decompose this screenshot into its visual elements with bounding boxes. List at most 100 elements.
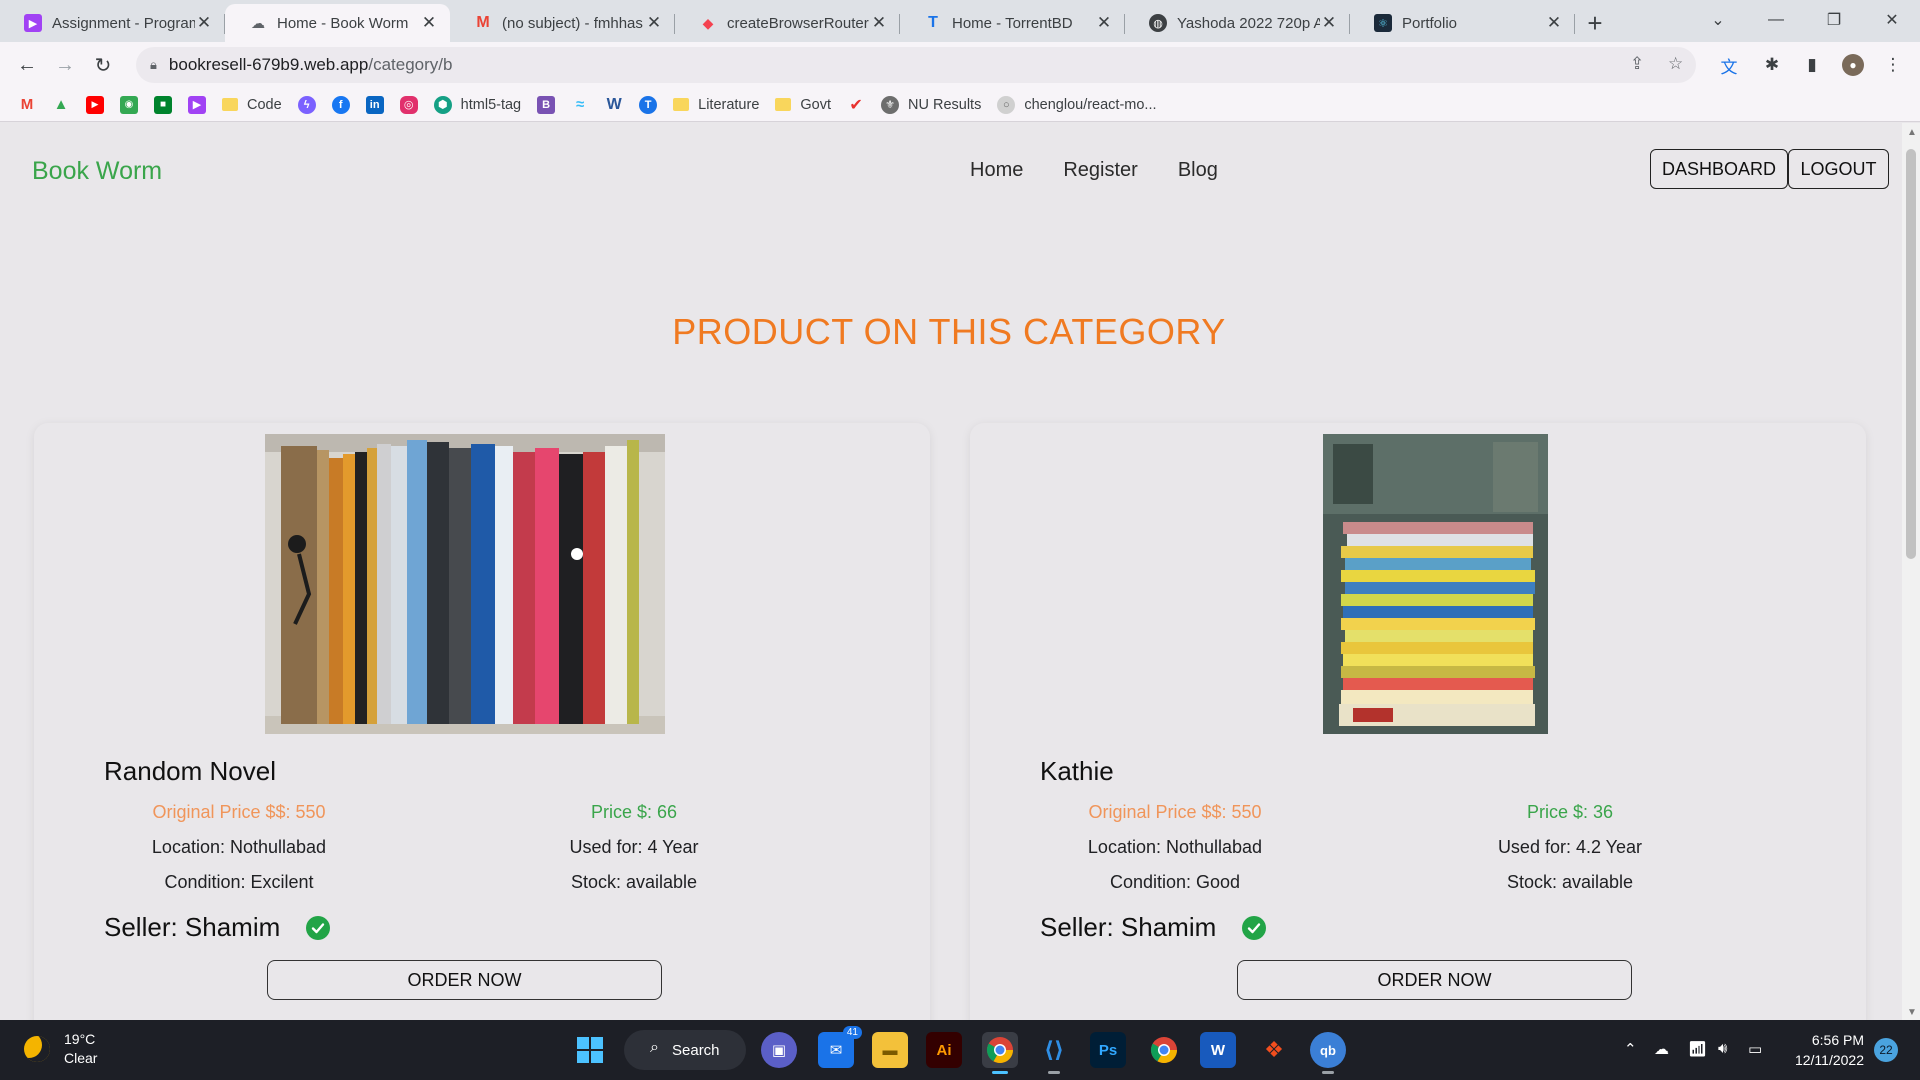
github-icon: ○ (997, 95, 1016, 114)
vscode-icon[interactable]: ⟨⟩ (1036, 1032, 1072, 1074)
folder-icon (775, 98, 792, 111)
scrollbar-thumb[interactable] (1906, 149, 1916, 559)
close-icon[interactable]: ✕ (645, 13, 663, 33)
close-icon[interactable]: ✕ (1320, 13, 1338, 33)
bookmark-messenger[interactable]: ϟ (297, 95, 316, 114)
bookmark-torrentbd[interactable]: T (639, 95, 658, 114)
tab-title: Portfolio (1402, 14, 1458, 32)
bookmark-linkedin[interactable]: in (365, 95, 384, 114)
file-explorer-icon[interactable]: ▬ (872, 1032, 908, 1068)
logout-button[interactable]: LOGOUT (1788, 149, 1889, 189)
bookmark-youtube[interactable]: ▶ (86, 95, 104, 114)
seller-name: Seller: Shamim (104, 912, 281, 942)
chrome-icon[interactable] (982, 1032, 1018, 1074)
bookmark-html5-tag[interactable]: ⬢ html5-tag (433, 95, 521, 114)
lock-icon[interactable]: 🔒︎ (150, 57, 157, 73)
illustrator-icon[interactable]: Ai (926, 1032, 962, 1068)
tab-book-worm[interactable]: ☁ Home - Book Worm ✕ (225, 4, 450, 42)
bookmark-meet[interactable]: ■ (154, 95, 172, 114)
google-translate-icon[interactable]: 文 (1718, 54, 1740, 77)
url-host: bookresell-679b9.web.app (168, 55, 369, 74)
nav-blog[interactable]: Blog (1178, 159, 1218, 182)
bookmark-maps[interactable]: ◉ (120, 95, 138, 114)
bookmark-tailwind[interactable]: ≈ (571, 96, 589, 114)
mail-icon[interactable]: ✉ 41 (818, 1026, 862, 1068)
menu-kebab-icon[interactable]: ⋮ (1882, 54, 1904, 76)
bookmark-label: Literature (698, 96, 760, 113)
close-icon[interactable]: ✕ (1545, 13, 1563, 33)
tab-title: Home - TorrentBD (952, 14, 1073, 32)
product-card: Random Novel Original Price $$: 550 Pric… (34, 423, 930, 1020)
condition: Condition: Good (1109, 872, 1241, 892)
volume-icon[interactable]: 🔊︎ (1718, 1040, 1727, 1057)
bookmark-vivaldi[interactable]: ✔ (847, 96, 865, 114)
onedrive-warning-icon[interactable]: ☁ (1654, 1040, 1669, 1058)
minimize-button[interactable]: — (1748, 0, 1804, 40)
dashboard-button[interactable]: DASHBOARD (1650, 149, 1788, 189)
tab-yashoda[interactable]: ◍ Yashoda 2022 720p A ✕ (1125, 4, 1350, 42)
page-scrollbar[interactable]: ▲ ▼ (1902, 123, 1920, 1020)
wifi-icon[interactable]: 📶︎ (1688, 1040, 1707, 1058)
brand-logo[interactable]: Book Worm (32, 157, 162, 186)
bookmark-facebook[interactable]: f (331, 95, 350, 114)
close-icon[interactable]: ✕ (420, 13, 438, 33)
qbittorrent-icon[interactable]: qb (1310, 1032, 1346, 1074)
bookmark-gmail[interactable]: M (18, 96, 36, 114)
order-now-button[interactable]: ORDER NOW (1237, 960, 1632, 1000)
bookmark-purple-play[interactable]: ▶ (188, 95, 206, 114)
battery-icon[interactable]: ▭ (1748, 1040, 1762, 1058)
back-icon[interactable]: ← (8, 46, 46, 84)
youtube-icon: ▶ (86, 95, 104, 114)
profile-avatar[interactable]: ● (1842, 54, 1864, 76)
order-now-button[interactable]: ORDER NOW (267, 960, 662, 1000)
system-clock[interactable]: 6:56 PM 12/11/2022 (1784, 1030, 1864, 1070)
tab-create-browser-router[interactable]: ◆ createBrowserRouter ✕ (675, 4, 900, 42)
tab-portfolio[interactable]: ⚛ Portfolio ✕ (1350, 4, 1575, 42)
teams-chat-icon[interactable]: ▣ (761, 1032, 797, 1068)
reload-icon[interactable]: ↻ (84, 46, 122, 84)
windows-start-icon[interactable] (572, 1032, 608, 1068)
scroll-up-icon[interactable]: ▲ (1907, 127, 1917, 138)
close-icon[interactable]: ✕ (870, 13, 888, 33)
bookmark-folder-literature[interactable]: Literature (673, 97, 759, 113)
close-window-button[interactable]: ✕ (1864, 0, 1920, 40)
forward-icon[interactable]: → (46, 46, 84, 84)
tab-torrentbd[interactable]: T Home - TorrentBD ✕ (900, 4, 1125, 42)
weather-condition: Clear (64, 1050, 98, 1066)
tray-overflow-chevron-up-icon[interactable]: ⌃ (1624, 1040, 1637, 1058)
bookmark-w[interactable]: W (605, 96, 623, 114)
bookmark-nu-results[interactable]: ⚜ NU Results (881, 95, 981, 114)
new-tab-button[interactable]: + (1575, 4, 1615, 42)
close-icon[interactable]: ✕ (195, 13, 213, 33)
chrome-profile-icon[interactable] (1146, 1032, 1182, 1068)
bookmark-bootstrap[interactable]: B (537, 95, 556, 114)
scroll-down-icon[interactable]: ▼ (1907, 1007, 1917, 1018)
location: Location: Nothullabad (151, 837, 327, 857)
bookmark-drive[interactable]: ▲ (52, 96, 70, 114)
used-duration: Used for: 4 Year (569, 837, 699, 857)
address-bar[interactable]: 🔒︎ bookresell-679b9.web.app/category/b ⇪… (136, 47, 1696, 83)
bookmark-instagram[interactable]: ◎ (399, 95, 418, 114)
globe-icon: ◍ (1149, 14, 1167, 32)
bookmark-folder-code[interactable]: Code (222, 97, 282, 113)
weather-widget[interactable]: 19°C Clear (24, 1030, 97, 1068)
nav-register[interactable]: Register (1063, 159, 1137, 182)
side-panel-icon[interactable]: ▮ (1801, 54, 1823, 76)
photoshop-icon[interactable]: Ps (1090, 1032, 1126, 1068)
tab-assignment[interactable]: ▶ Assignment - Program ✕ (0, 4, 225, 42)
extensions-icon[interactable]: ✱ (1761, 54, 1783, 76)
close-icon[interactable]: ✕ (1095, 13, 1113, 33)
word-icon[interactable]: W (1200, 1032, 1236, 1068)
share-icon[interactable]: ⇪ (1630, 54, 1644, 74)
tab-search-chevron-down-icon[interactable]: ⌄ (1690, 0, 1746, 40)
bookmark-github[interactable]: ○ chenglou/react-mo... (997, 95, 1157, 114)
bookmark-folder-govt[interactable]: Govt (775, 97, 831, 113)
page-title: PRODUCT ON THIS CATEGORY (672, 311, 1226, 352)
restore-button[interactable]: ❐ (1806, 0, 1862, 40)
taskbar-search[interactable]: ⌕ Search (624, 1030, 746, 1070)
nav-home[interactable]: Home (970, 159, 1023, 182)
figma-icon[interactable]: ❖ (1256, 1032, 1292, 1068)
notification-badge[interactable]: 22 (1874, 1038, 1898, 1062)
tab-gmail[interactable]: M (no subject) - fmhhas ✕ (450, 4, 675, 42)
bookmark-star-icon[interactable]: ☆ (1668, 54, 1683, 74)
